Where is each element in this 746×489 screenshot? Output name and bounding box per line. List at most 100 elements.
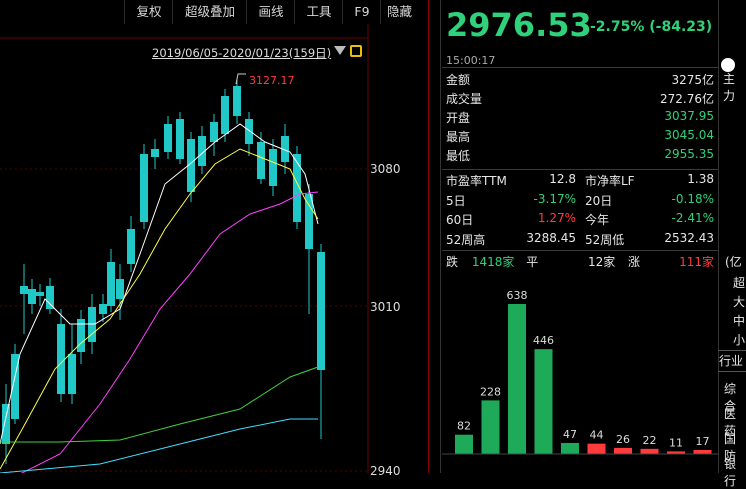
quote-row-label: 成交量	[446, 92, 483, 106]
toolbar-draw-button[interactable]: 画线	[246, 0, 295, 24]
quote-row-value: 2955.35	[664, 147, 714, 161]
distribution-bar-label: 638	[507, 289, 528, 302]
candle-body	[36, 292, 44, 296]
distribution-bar-label: 44	[590, 429, 604, 442]
distribution-bar-label: 446	[533, 334, 554, 347]
panel-divider	[428, 0, 429, 473]
candle-body	[151, 149, 159, 157]
candle-body	[57, 324, 65, 394]
distribution-bar-label: 17	[696, 435, 710, 448]
distribution-bar	[534, 349, 553, 454]
candle-body	[107, 262, 115, 306]
distribution-bar	[587, 443, 606, 454]
chart-toolbar: 复权 超级叠加 画线 工具 F9 隐藏	[0, 0, 428, 25]
candle-body	[269, 149, 277, 186]
stat-value: -0.18%	[671, 191, 714, 206]
candle-body	[127, 229, 135, 264]
dropdown-triangle-icon[interactable]	[334, 46, 346, 55]
candle-body	[116, 279, 124, 299]
stat-label: 市净率LF	[585, 174, 635, 188]
stat-label: 市盈率TTM	[446, 174, 507, 188]
y-tick-3080: 3080	[370, 162, 401, 176]
stat-label: 52周高	[446, 232, 486, 247]
breadth-down-value: 1418家	[471, 255, 515, 269]
distribution-bar	[561, 442, 579, 454]
distribution-bar-chart: 82 228 638 446 47 44 26 22 11 17	[442, 289, 718, 455]
breadth-flat-value: 12家	[588, 255, 616, 269]
panel-divider-2	[440, 0, 441, 473]
toolbar-overlay-button[interactable]: 超级叠加	[172, 0, 247, 24]
quote-row-value: 3045.04	[664, 128, 714, 142]
stat-label: 今年	[585, 213, 610, 227]
candle-body	[317, 252, 325, 370]
industry-header[interactable]: 行业	[719, 352, 743, 369]
max-price-label: 3127.17	[249, 74, 295, 87]
quote-row-value: 3037.95	[664, 109, 714, 123]
stat-value: 1.27%	[537, 211, 576, 225]
candle-body	[233, 86, 241, 116]
candle-body	[305, 194, 313, 249]
candle-body	[68, 354, 76, 394]
stat-value: 2532.43	[664, 230, 714, 245]
industry-row[interactable]: 银行	[724, 455, 746, 489]
kline-svg: 3127.17	[0, 24, 428, 485]
breadth-down-label: 跌	[446, 255, 459, 269]
toolbar-hide-button[interactable]: 隐藏	[380, 0, 435, 24]
candle-body	[99, 304, 107, 314]
distribution-bar-label: 11	[669, 436, 683, 449]
change-abs: (-84.23)	[649, 19, 713, 35]
candle-body	[28, 289, 36, 304]
candle-body	[245, 119, 253, 144]
stat-value: -2.41%	[671, 211, 714, 225]
quote-row-label: 最高	[446, 130, 471, 144]
distribution-bar-label: 26	[616, 433, 630, 446]
candle-body	[46, 286, 54, 309]
index-price: 2976.53	[446, 6, 592, 44]
date-range-label: 2019/06/05-2020/01/23(159日)	[152, 46, 332, 60]
distribution-bar-label: 82	[457, 420, 471, 433]
stat-value: 1.38	[687, 172, 714, 186]
market-breadth: 跌 1418家 平 12家 涨 111家	[446, 253, 718, 270]
candle-body	[140, 154, 148, 222]
breadth-up-value: 111家	[679, 255, 714, 269]
stat-label: 52周低	[585, 232, 625, 247]
y-tick-2940: 2940	[370, 464, 401, 478]
unit-label: (亿	[725, 255, 742, 269]
distribution-bar-label: 228	[480, 385, 501, 398]
candle-body	[210, 122, 218, 142]
quote-separator	[442, 67, 718, 68]
index-change: -2.75% (-84.23)	[590, 19, 712, 35]
toolbar-fuquan-button[interactable]: 复权	[124, 0, 173, 24]
main-force-header: 主力	[723, 72, 736, 103]
stat-label: 20日	[585, 193, 613, 208]
stat-value: 12.8	[549, 172, 576, 186]
distribution-bar-label: 22	[643, 434, 657, 447]
breadth-separator	[442, 250, 718, 251]
lock-icon[interactable]	[350, 45, 362, 57]
quote-row-value: 3275亿	[671, 73, 714, 87]
toolbar-tools-button[interactable]: 工具	[294, 0, 343, 24]
breadth-flat-label: 平	[526, 255, 539, 269]
flow-item: 小	[733, 333, 746, 347]
candle-body	[257, 142, 265, 179]
candle-body	[20, 286, 28, 294]
candle-body	[176, 119, 184, 159]
flow-item: 大	[733, 295, 746, 309]
distribution-bar	[508, 304, 526, 454]
stat-value: 3288.45	[526, 230, 576, 245]
stat-label: 60日	[446, 213, 474, 227]
kline-chart[interactable]: 3127.17 2019/06/05-2020/01/23(159日) 3080…	[0, 24, 428, 485]
candle-body	[221, 96, 229, 134]
change-pct: -2.75%	[590, 19, 645, 35]
stat-label: 5日	[446, 193, 466, 208]
quote-time: 15:00:17	[446, 54, 496, 67]
settings-icon[interactable]	[721, 58, 735, 72]
quote-row-value: 272.76亿	[660, 92, 714, 106]
stats-separator	[442, 169, 718, 170]
distribution-bar	[455, 434, 473, 454]
candle-body	[2, 404, 10, 444]
y-tick-3010: 3010	[370, 300, 401, 314]
candle-body	[164, 124, 172, 152]
flow-item: 中	[733, 314, 746, 328]
toolbar-f9-button[interactable]: F9	[342, 0, 381, 24]
